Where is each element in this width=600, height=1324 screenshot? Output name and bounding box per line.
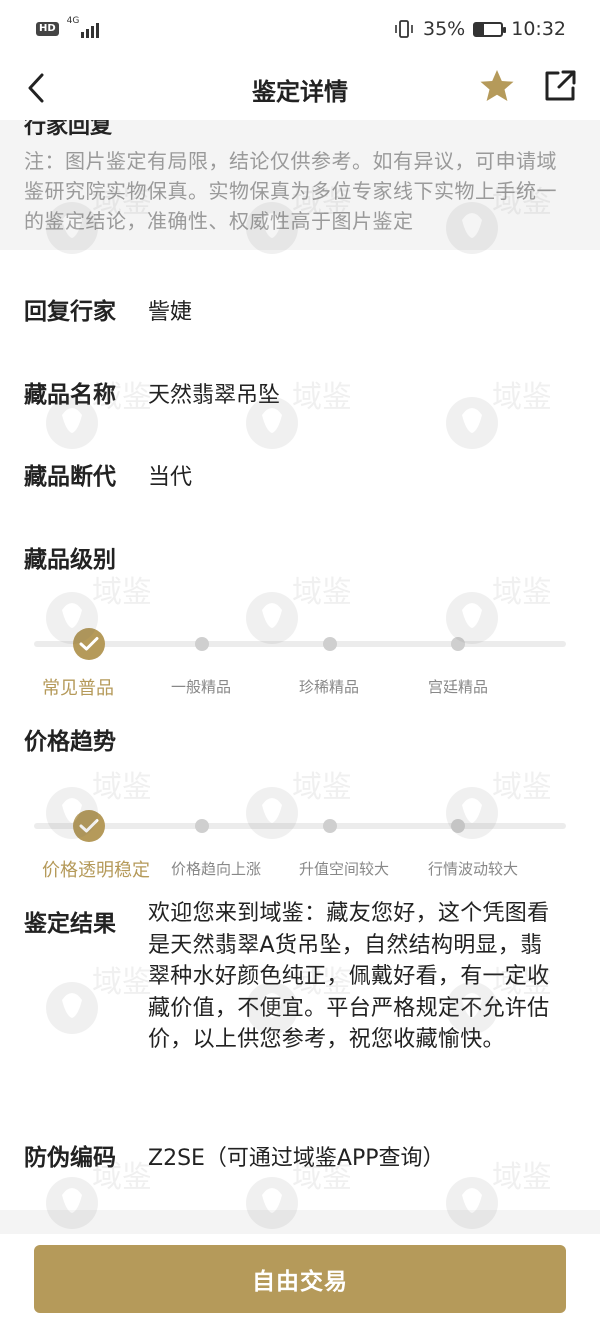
stepper-track: [34, 823, 566, 829]
code-label: 防伪编码: [24, 1145, 116, 1171]
divider: [0, 1210, 600, 1234]
step-label: 价格趋向上涨: [171, 860, 262, 878]
expert-value: 訾婕: [148, 300, 193, 325]
step-dot: [451, 819, 465, 833]
svg-text:域鉴: 域鉴: [292, 575, 350, 610]
svg-text:域鉴: 域鉴: [292, 380, 350, 415]
chevron-left-icon: [28, 73, 44, 103]
result-label: 鉴定结果: [24, 911, 116, 937]
step-label: 珍稀精品: [299, 678, 360, 696]
step-label: 一般精品: [171, 678, 232, 696]
stepper-track: [34, 641, 566, 647]
check-icon: [79, 819, 99, 833]
price-trend-label: 价格趋势: [24, 729, 116, 755]
disclaimer-section: 行家回复 注：图片鉴定有局限，结论仅供参考。如有异议，可申请域鉴研究院实物保真。…: [0, 120, 600, 250]
grade-label: 藏品级别: [24, 547, 116, 573]
step-dot: [323, 637, 337, 651]
step-selected-marker: [73, 628, 105, 660]
network-type: 4G: [66, 16, 80, 26]
era-value: 当代: [148, 465, 193, 490]
expert-label: 回复行家: [24, 299, 116, 325]
svg-text:域鉴: 域鉴: [92, 965, 150, 1000]
nav-bar: 鉴定详情: [0, 58, 600, 120]
step-label: 宫廷精品: [428, 678, 489, 696]
star-icon: [480, 70, 514, 101]
step-selected-marker: [73, 810, 105, 842]
step-dot: [195, 819, 209, 833]
svg-text:域鉴: 域鉴: [492, 380, 550, 415]
result-text: 欢迎您来到域鉴：藏友您好，这个凭图看是天然翡翠A货吊坠，自然结构明显，翡翠种水好…: [148, 901, 550, 1052]
section-heading: 行家回复: [24, 120, 113, 139]
price-trend-stepper: 价格透明稳定 价格趋向上涨 升值空间较大 行情波动较大: [0, 806, 600, 881]
svg-text:域鉴: 域鉴: [92, 770, 150, 805]
item-name-label: 藏品名称: [24, 382, 116, 408]
svg-text:域鉴: 域鉴: [492, 1160, 550, 1195]
status-bar: HD 4G 35% 10:32: [0, 0, 600, 58]
step-label: 价格透明稳定: [42, 860, 150, 881]
era-label: 藏品断代: [24, 464, 116, 490]
item-name-value: 天然翡翠吊坠: [148, 383, 281, 408]
watermark-logo: 域鉴: [440, 365, 552, 465]
free-trade-button[interactable]: 自由交易: [34, 1245, 566, 1313]
step-dot: [323, 819, 337, 833]
step-label: 升值空间较大: [299, 860, 390, 878]
signal-icon: 4G: [67, 16, 99, 38]
share-icon: [545, 70, 576, 101]
clock: 10:32: [511, 18, 566, 40]
battery-icon: [473, 21, 507, 37]
svg-text:域鉴: 域鉴: [292, 770, 350, 805]
share-button[interactable]: [542, 68, 578, 104]
page-title: 鉴定详情: [252, 77, 348, 106]
svg-text:域鉴: 域鉴: [492, 770, 550, 805]
back-button[interactable]: [22, 70, 52, 106]
step-dot: [195, 637, 209, 651]
favorite-button[interactable]: [478, 68, 516, 106]
check-icon: [79, 637, 99, 651]
svg-text:域鉴: 域鉴: [92, 575, 150, 610]
svg-text:域鉴: 域鉴: [492, 575, 550, 610]
hd-badge: HD: [36, 22, 59, 36]
step-label: 行情波动较大: [428, 860, 519, 878]
watermark-logo: 域鉴: [40, 950, 152, 1050]
step-label: 常见普品: [42, 678, 114, 699]
battery-percent: 35%: [423, 18, 466, 40]
step-dot: [451, 637, 465, 651]
grade-stepper: 常见普品 一般精品 珍稀精品 宫廷精品: [0, 624, 600, 699]
code-value: Z2SE（可通过域鉴APP查询）: [148, 1146, 445, 1171]
disclaimer-text: 注：图片鉴定有局限，结论仅供参考。如有异议，可申请域鉴研究院实物保真。实物保真为…: [24, 149, 557, 233]
vibrate-icon: [395, 20, 413, 38]
